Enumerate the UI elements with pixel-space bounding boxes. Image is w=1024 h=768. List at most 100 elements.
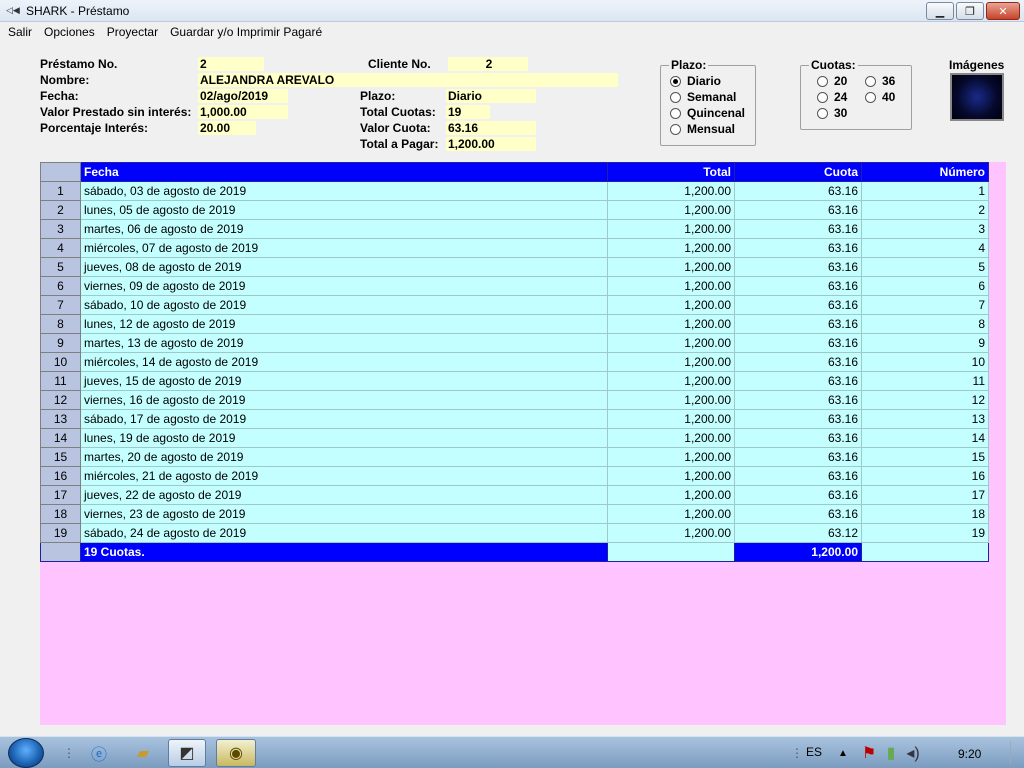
numero-cell[interactable]: 16 xyxy=(861,466,989,486)
table-row[interactable]: 15 martes, 20 de agosto de 2019 1,200.00 63… xyxy=(40,447,989,467)
cuota-cell[interactable]: 63.16 xyxy=(734,447,862,467)
radio-semanal[interactable]: Semanal xyxy=(670,90,736,104)
cuota-cell[interactable]: 63.16 xyxy=(734,276,862,296)
numero-cell[interactable]: 14 xyxy=(861,428,989,448)
numero-cell[interactable]: 2 xyxy=(861,200,989,220)
minimize-button[interactable]: ▁ xyxy=(926,2,954,20)
numero-cell[interactable]: 12 xyxy=(861,390,989,410)
menu-salir[interactable]: Salir xyxy=(2,22,38,42)
row-number-cell[interactable]: 6 xyxy=(40,276,81,296)
numero-cell[interactable]: 8 xyxy=(861,314,989,334)
cuota-cell[interactable]: 63.16 xyxy=(734,333,862,353)
show-desktop-button[interactable] xyxy=(1010,741,1022,765)
fecha-cell[interactable]: viernes, 16 de agosto de 2019 xyxy=(80,390,608,410)
close-button[interactable]: ✕ xyxy=(986,2,1020,20)
row-number-cell[interactable]: 17 xyxy=(40,485,81,505)
fecha-cell[interactable]: viernes, 09 de agosto de 2019 xyxy=(80,276,608,296)
radio-cuotas-24[interactable]: 24 xyxy=(817,90,847,104)
cuota-cell[interactable]: 63.16 xyxy=(734,352,862,372)
row-number-cell[interactable]: 2 xyxy=(40,200,81,220)
cuota-cell[interactable]: 63.16 xyxy=(734,314,862,334)
numero-cell[interactable]: 11 xyxy=(861,371,989,391)
folder-icon[interactable]: ▰ xyxy=(130,741,156,765)
nombre-field[interactable]: ALEJANDRA AREVALO xyxy=(198,73,618,87)
fecha-cell[interactable]: jueves, 08 de agosto de 2019 xyxy=(80,257,608,277)
language-indicator[interactable]: ES xyxy=(806,745,822,759)
radio-quincenal[interactable]: Quincenal xyxy=(670,106,745,120)
row-number-cell[interactable]: 1 xyxy=(40,181,81,201)
cuota-cell[interactable]: 63.16 xyxy=(734,257,862,277)
start-button[interactable] xyxy=(8,738,44,768)
radio-cuotas-40[interactable]: 40 xyxy=(865,90,895,104)
valor-cuota-field[interactable]: 63.16 xyxy=(446,121,536,135)
menu-guardar-imprimir[interactable]: Guardar y/o Imprimir Pagaré xyxy=(164,22,328,42)
radio-cuotas-20[interactable]: 20 xyxy=(817,74,847,88)
fecha-cell[interactable]: jueves, 22 de agosto de 2019 xyxy=(80,485,608,505)
fecha-cell[interactable]: martes, 20 de agosto de 2019 xyxy=(80,447,608,467)
porcentaje-interes-field[interactable]: 20.00 xyxy=(198,121,256,135)
total-cell[interactable]: 1,200.00 xyxy=(607,428,735,448)
cliente-no-field[interactable]: 2 xyxy=(448,57,528,71)
header-numero[interactable]: Número xyxy=(861,162,989,182)
numero-cell[interactable]: 6 xyxy=(861,276,989,296)
table-row[interactable]: 18 viernes, 23 de agosto de 2019 1,200.00 6… xyxy=(40,504,989,524)
plazo-field[interactable]: Diario xyxy=(446,89,536,103)
radio-diario[interactable]: Diario xyxy=(670,74,721,88)
row-number-cell[interactable]: 4 xyxy=(40,238,81,258)
fecha-cell[interactable]: lunes, 12 de agosto de 2019 xyxy=(80,314,608,334)
cuota-cell[interactable]: 63.16 xyxy=(734,295,862,315)
fecha-cell[interactable]: lunes, 05 de agosto de 2019 xyxy=(80,200,608,220)
header-cuota[interactable]: Cuota xyxy=(734,162,862,182)
total-cell[interactable]: 1,200.00 xyxy=(607,295,735,315)
cuota-cell[interactable]: 63.16 xyxy=(734,428,862,448)
table-row[interactable]: 13 sábado, 17 de agosto de 2019 1,200.00 63… xyxy=(40,409,989,429)
cuota-cell[interactable]: 63.16 xyxy=(734,181,862,201)
total-cell[interactable]: 1,200.00 xyxy=(607,200,735,220)
total-cell[interactable]: 1,200.00 xyxy=(607,409,735,429)
total-cell[interactable]: 1,200.00 xyxy=(607,504,735,524)
row-number-cell[interactable]: 19 xyxy=(40,523,81,543)
fecha-cell[interactable]: miércoles, 14 de agosto de 2019 xyxy=(80,352,608,372)
numero-cell[interactable]: 5 xyxy=(861,257,989,277)
volume-icon[interactable]: ◂) xyxy=(900,741,926,765)
numero-cell[interactable]: 18 xyxy=(861,504,989,524)
table-row[interactable]: 12 viernes, 16 de agosto de 2019 1,200.00 6… xyxy=(40,390,989,410)
fecha-cell[interactable]: sábado, 10 de agosto de 2019 xyxy=(80,295,608,315)
numero-cell[interactable]: 9 xyxy=(861,333,989,353)
cuota-cell[interactable]: 63.16 xyxy=(734,238,862,258)
fecha-cell[interactable]: sábado, 03 de agosto de 2019 xyxy=(80,181,608,201)
cuota-cell[interactable]: 63.16 xyxy=(734,200,862,220)
internet-explorer-icon[interactable]: ⓔ xyxy=(86,741,112,765)
table-row[interactable]: 4 miércoles, 07 de agosto de 2019 1,200.00… xyxy=(40,238,989,258)
numero-cell[interactable]: 10 xyxy=(861,352,989,372)
cuota-cell[interactable]: 63.16 xyxy=(734,466,862,486)
row-number-cell[interactable]: 8 xyxy=(40,314,81,334)
row-number-cell[interactable]: 7 xyxy=(40,295,81,315)
maximize-button[interactable]: ❐ xyxy=(956,2,984,20)
total-cell[interactable]: 1,200.00 xyxy=(607,447,735,467)
total-cell[interactable]: 1,200.00 xyxy=(607,314,735,334)
row-number-cell[interactable]: 18 xyxy=(40,504,81,524)
total-cell[interactable]: 1,200.00 xyxy=(607,219,735,239)
cuota-cell[interactable]: 63.16 xyxy=(734,409,862,429)
total-pagar-field[interactable]: 1,200.00 xyxy=(446,137,536,151)
numero-cell[interactable]: 3 xyxy=(861,219,989,239)
total-cell[interactable]: 1,200.00 xyxy=(607,257,735,277)
numero-cell[interactable]: 19 xyxy=(861,523,989,543)
total-cell[interactable]: 1,200.00 xyxy=(607,523,735,543)
menu-proyectar[interactable]: Proyectar xyxy=(101,22,164,42)
table-row[interactable]: 2 lunes, 05 de agosto de 2019 1,200.00 63.1… xyxy=(40,200,989,220)
numero-cell[interactable]: 1 xyxy=(861,181,989,201)
table-row[interactable]: 7 sábado, 10 de agosto de 2019 1,200.00 63.… xyxy=(40,295,989,315)
fecha-cell[interactable]: miércoles, 07 de agosto de 2019 xyxy=(80,238,608,258)
cuota-cell[interactable]: 63.16 xyxy=(734,485,862,505)
radio-cuotas-30[interactable]: 30 xyxy=(817,106,847,120)
header-fecha[interactable]: Fecha xyxy=(80,162,608,182)
numero-cell[interactable]: 7 xyxy=(861,295,989,315)
menu-opciones[interactable]: Opciones xyxy=(38,22,101,42)
imagenes-thumbnail[interactable] xyxy=(950,73,1004,121)
fecha-cell[interactable]: miércoles, 21 de agosto de 2019 xyxy=(80,466,608,486)
valor-prestado-field[interactable]: 1,000.00 xyxy=(198,105,288,119)
total-cell[interactable]: 1,200.00 xyxy=(607,371,735,391)
total-cell[interactable]: 1,200.00 xyxy=(607,352,735,372)
